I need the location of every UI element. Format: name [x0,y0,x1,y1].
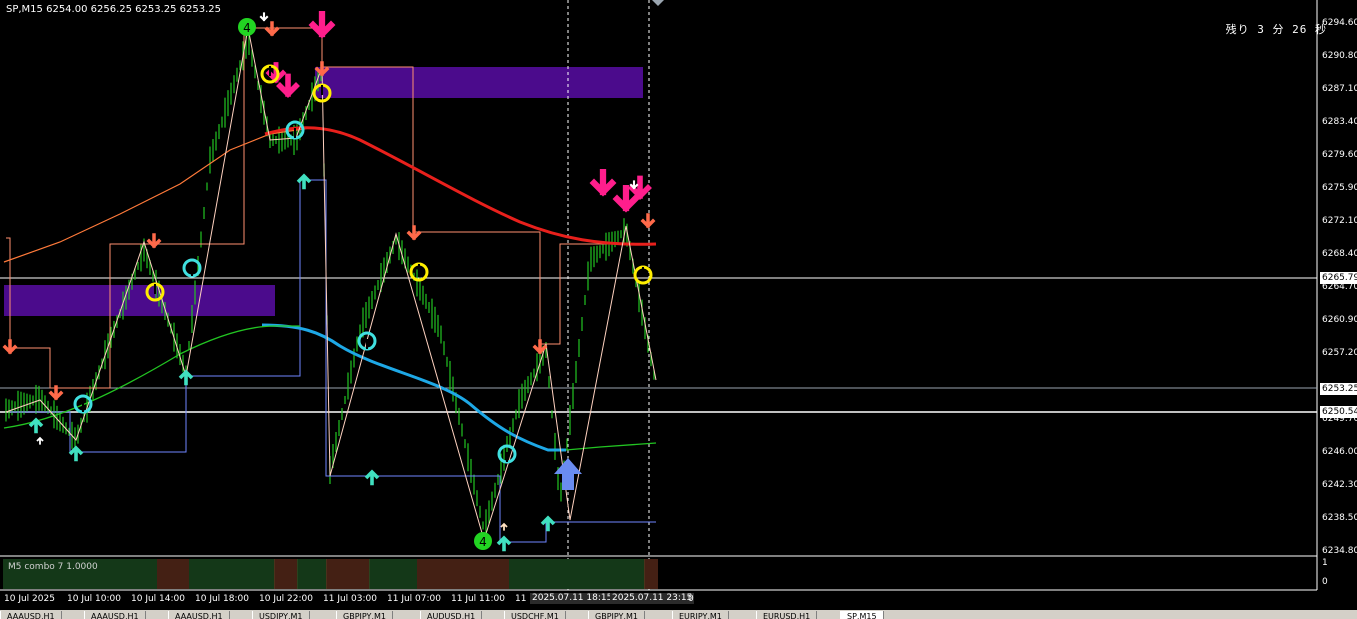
sell-arrow-icon [48,385,64,401]
chart-tab[interactable]: SP,M15 [840,611,884,619]
chart-tab[interactable]: GBPJPY,M1 [588,611,645,619]
time-axis-tail: 0 [688,594,694,604]
price-axis-label: 6279.60 [1322,150,1357,160]
time-axis-label: 10 Jul 2025 [4,594,55,604]
time-axis-label: 11 Jul 07:00 [387,594,441,604]
chart-tab[interactable]: AAAUSD,H1 [0,611,62,619]
supply-zone [315,67,643,98]
price-axis-label: 6268.40 [1322,249,1357,259]
sell-arrow-icon [308,11,336,39]
time-axis-label: 11 Jul 11:00 [451,594,505,604]
buy-arrow-icon [364,469,380,486]
buy-arrow-icon [500,522,508,531]
price-chart[interactable]: 4 4 [0,0,1357,610]
wave-label-top-text: 4 [243,21,251,35]
sell-arrow-icon [2,339,18,355]
time-axis-label: 10 Jul 22:00 [259,594,313,604]
chart-tab[interactable]: USDJPY,M1 [252,611,310,619]
chart-tab[interactable]: AUDUSD,H1 [420,611,483,619]
price-tag-current: 6253.25 [1320,383,1357,395]
sub-axis-top: 1 [1322,558,1328,568]
chart-window[interactable]: 4 4 SP,M15 6254.00 6256.25 6253.25 6253.… [0,0,1357,610]
chart-tab[interactable]: EURJPY,M1 [672,611,729,619]
buy-arrow-icon [28,417,44,434]
symbol-header: SP,M15 6254.00 6256.25 6253.25 6253.25 [6,4,222,15]
chart-tab[interactable]: GBPJPY,M1 [336,611,393,619]
price-axis-label: 6294.60 [1322,18,1357,28]
price-axis-label: 6246.00 [1322,447,1357,457]
time-axis-label: 10 Jul 18:00 [195,594,249,604]
sell-arrows [265,11,652,213]
bar-countdown: 残り 3 分 26 秒 [1225,23,1327,36]
price-axis-label: 6238.50 [1322,513,1357,523]
time-axis-label: 11 [515,594,527,604]
chart-tab[interactable]: AAAUSD,H1 [168,611,230,619]
combo-histogram [3,559,658,589]
price-axis-label: 6242.30 [1322,480,1357,490]
price-axis-label: 6275.90 [1322,183,1357,193]
time-axis-label: 11 Jul 03:00 [323,594,377,604]
buy-arrow-icon [36,436,44,445]
price-axis-label: 6272.10 [1322,216,1357,226]
subwindow-label: M5 combo 7 1.0000 [8,562,98,572]
buy-arrow-icon [68,445,84,462]
yellow-markers [145,64,653,302]
chart-tab[interactable]: AAAUSD,H1 [84,611,146,619]
time-highlight-1: 2025.07.11 18:15 [530,593,615,604]
price-axis-label: 6287.10 [1322,84,1357,94]
sell-arrow-icon [406,225,422,241]
price-axis-label: 6234.80 [1322,546,1357,556]
price-axis-label: 6283.40 [1322,117,1357,127]
sell-arrow-icon [640,213,656,229]
price-axis-label: 6290.80 [1322,51,1357,61]
sell-arrow-icon [314,61,330,77]
chart-tab-bar: AAAUSD,H1 AAAUSD,H1 AAAUSD,H1 USDJPY,M1 GBPJ… [0,610,1357,619]
sell-arrow-icon [146,233,162,249]
buy-arrow-icon [496,535,512,552]
chart-tab[interactable]: USDCHF,M1 [504,611,566,619]
price-tag-upper: 6265.79 [1320,272,1357,284]
zigzag-line [5,27,657,542]
buy-arrow-icon [540,515,556,532]
ma-green-right [565,442,657,451]
sell-arrow-icon [259,12,269,22]
sell-arrow-icon [532,339,548,355]
time-highlight-2: 2025.07.11 23:15 [610,593,695,604]
time-axis-label: 10 Jul 10:00 [67,594,121,604]
sell-arrow-icon [264,21,280,37]
sub-axis-bottom: 0 [1322,577,1328,587]
price-tag-lower: 6250.54 [1320,406,1357,418]
wave-label-bottom-text: 4 [479,535,487,549]
sell-arrow-icon [629,180,639,190]
buy-arrow-icon [178,369,194,386]
demand-zone [4,285,275,316]
chart-tab[interactable]: EURUSD,H1 [756,611,818,619]
sell-arrow-icon [589,169,617,197]
price-axis-label: 6257.20 [1322,348,1357,358]
time-axis-label: 10 Jul 14:00 [131,594,185,604]
scroll-marker [652,0,664,6]
price-axis-label: 6260.90 [1322,315,1357,325]
sell-arrow-icon [276,73,300,98]
